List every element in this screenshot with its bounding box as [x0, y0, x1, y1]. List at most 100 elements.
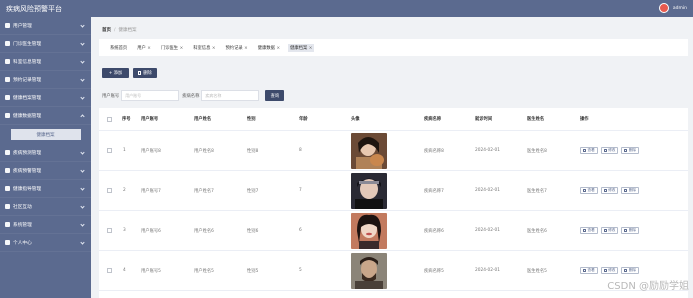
sidebar-item-departments[interactable]: 科室信息管理 — [0, 53, 91, 71]
sidebar-item-health-data[interactable]: 健康数据管理 — [0, 107, 91, 125]
sidebar-item-profile[interactable]: 个人中心 — [0, 234, 91, 252]
avatar — [351, 132, 387, 169]
tag-label: 健康数据 — [257, 45, 275, 51]
submenu-item-health-record[interactable]: 健康档案 — [10, 129, 81, 140]
user-menu[interactable]: admin — [658, 3, 687, 13]
edit-button[interactable]: 修改 — [600, 227, 619, 234]
column-header: 就诊时间 — [475, 117, 493, 122]
avatar — [351, 172, 387, 209]
watermark: CSDN @励励学姐 — [607, 281, 689, 292]
checkbox[interactable] — [107, 116, 112, 122]
tag-appointments[interactable]: 预约记录 × — [223, 44, 249, 52]
search-button[interactable]: 查询 — [265, 90, 285, 101]
tag-label: 系统首页 — [110, 45, 128, 51]
close-icon[interactable]: × — [309, 46, 313, 51]
delete-label: 删除 — [628, 188, 637, 192]
sidebar-item-label: 健康档案管理 — [13, 95, 42, 101]
cell-date: 2024-02-01 — [475, 148, 500, 153]
checkbox[interactable] — [107, 228, 112, 233]
doctor-icon — [5, 41, 10, 46]
delete-row-button[interactable]: 删除 — [621, 267, 640, 274]
view-label: 查看 — [587, 228, 595, 232]
delete-button[interactable]: 删除 — [133, 68, 157, 78]
sidebar-item-disease-alert[interactable]: 疾病预警管理 — [0, 162, 91, 180]
sidebar-item-system[interactable]: 系统管理 — [0, 216, 91, 234]
cell-age: 7 — [299, 188, 302, 193]
delete-label: 删除 — [628, 268, 637, 272]
close-icon[interactable]: × — [147, 46, 151, 51]
column-header: 用户账号 — [141, 117, 159, 122]
cell-doctor: 医生姓名8 — [527, 148, 547, 154]
delete-row-button[interactable]: 删除 — [621, 147, 640, 154]
add-button[interactable]: + 添加 — [102, 68, 129, 78]
app-title: 疾病风险预警平台 — [6, 5, 62, 13]
sidebar-item-doctors[interactable]: 门诊医生管理 — [0, 35, 91, 53]
sidebar-item-community[interactable]: 社区互动 — [0, 198, 91, 216]
edit-button[interactable]: 修改 — [600, 267, 619, 274]
tag-doctors[interactable]: 门诊医生 × — [159, 44, 185, 52]
tag-users[interactable]: 用户 × — [135, 44, 153, 52]
select-all-checkbox[interactable] — [107, 108, 112, 130]
close-icon[interactable]: × — [180, 46, 184, 51]
breadcrumb-home[interactable]: 首页 — [102, 28, 111, 33]
disease-name-input[interactable]: 疾病名称 — [201, 90, 260, 101]
main-content: 首页 / 健康档案 系统首页 用户 × 门诊医生 × 科室信息 × 预约记录 × 健康数据 ×… — [91, 17, 693, 298]
view-label: 查看 — [587, 268, 595, 272]
delete-row-button[interactable]: 删除 — [621, 187, 640, 194]
cell-gender: 性别7 — [247, 188, 259, 194]
breadcrumb-current: 健康档案 — [118, 28, 137, 33]
sidebar-item-health-records[interactable]: 健康档案管理 — [0, 89, 91, 107]
checkbox[interactable] — [107, 268, 112, 273]
sidebar-item-disease-prediction[interactable]: 疾病预测管理 — [0, 144, 91, 162]
row-checkbox[interactable] — [107, 251, 112, 290]
view-button[interactable]: 查看 — [580, 267, 598, 274]
sidebar-item-appointments[interactable]: 预约记录管理 — [0, 71, 91, 89]
cell-doctor: 医生姓名7 — [527, 188, 547, 194]
edit-button[interactable]: 修改 — [600, 187, 619, 194]
row-checkbox[interactable] — [107, 171, 112, 210]
view-button[interactable]: 查看 — [580, 227, 598, 234]
row-checkbox[interactable] — [107, 211, 112, 250]
close-icon[interactable]: × — [276, 46, 280, 51]
edit-icon — [603, 149, 607, 152]
edit-label: 修改 — [608, 268, 616, 272]
cell-age: 6 — [299, 228, 302, 233]
user-avatar[interactable] — [658, 3, 669, 13]
tag-health-record[interactable]: 健康档案 × — [288, 43, 315, 52]
cell-disease: 疾病名称5 — [424, 268, 444, 274]
close-icon[interactable]: × — [212, 46, 216, 51]
disease-name-label: 疾病名称 — [182, 93, 200, 99]
chevron-down-icon — [80, 77, 85, 82]
sidebar-item-users[interactable]: 用户管理 — [0, 17, 91, 35]
sidebar-item-health-guide[interactable]: 健康指导管理 — [0, 180, 91, 198]
chevron-down-icon — [80, 240, 85, 245]
view-button[interactable]: 查看 — [580, 187, 598, 194]
tag-label: 预约记录 — [225, 45, 243, 51]
cell-doctor: 医生姓名5 — [527, 268, 547, 274]
cell-name: 用户姓名8 — [194, 148, 214, 154]
edit-button[interactable]: 修改 — [600, 147, 619, 154]
edit-icon — [603, 229, 607, 232]
tag-label: 科室信息 — [193, 45, 211, 51]
delete-label: 删除 — [628, 228, 637, 232]
edit-label: 修改 — [608, 188, 616, 192]
row-checkbox[interactable] — [107, 131, 112, 170]
tag-departments[interactable]: 科室信息 × — [191, 44, 217, 52]
account-input[interactable]: 用户账号 — [121, 90, 180, 101]
close-icon[interactable]: × — [244, 46, 248, 51]
trash-icon — [138, 71, 142, 75]
tag-health-data[interactable]: 健康数据 × — [256, 44, 282, 52]
tag-home[interactable]: 系统首页 — [108, 44, 129, 52]
checkbox[interactable] — [107, 148, 112, 153]
eye-icon — [583, 229, 586, 232]
checkbox[interactable] — [107, 188, 112, 193]
sidebar-item-label: 社区互动 — [13, 204, 32, 210]
delete-row-button[interactable]: 删除 — [621, 227, 640, 234]
view-button[interactable]: 查看 — [580, 147, 598, 154]
tags-bar: 系统首页 用户 × 门诊医生 × 科室信息 × 预约记录 × 健康数据 × 健康档案 × — [99, 39, 688, 56]
department-icon — [5, 59, 10, 64]
table-row: 1 用户账号8 用户姓名8 性别8 8 疾病名称8 2024-02-01 医生姓… — [99, 131, 688, 171]
edit-icon — [603, 189, 607, 192]
username[interactable]: admin — [673, 6, 687, 11]
cell-actions: 查看 修改 删除 — [580, 131, 640, 170]
